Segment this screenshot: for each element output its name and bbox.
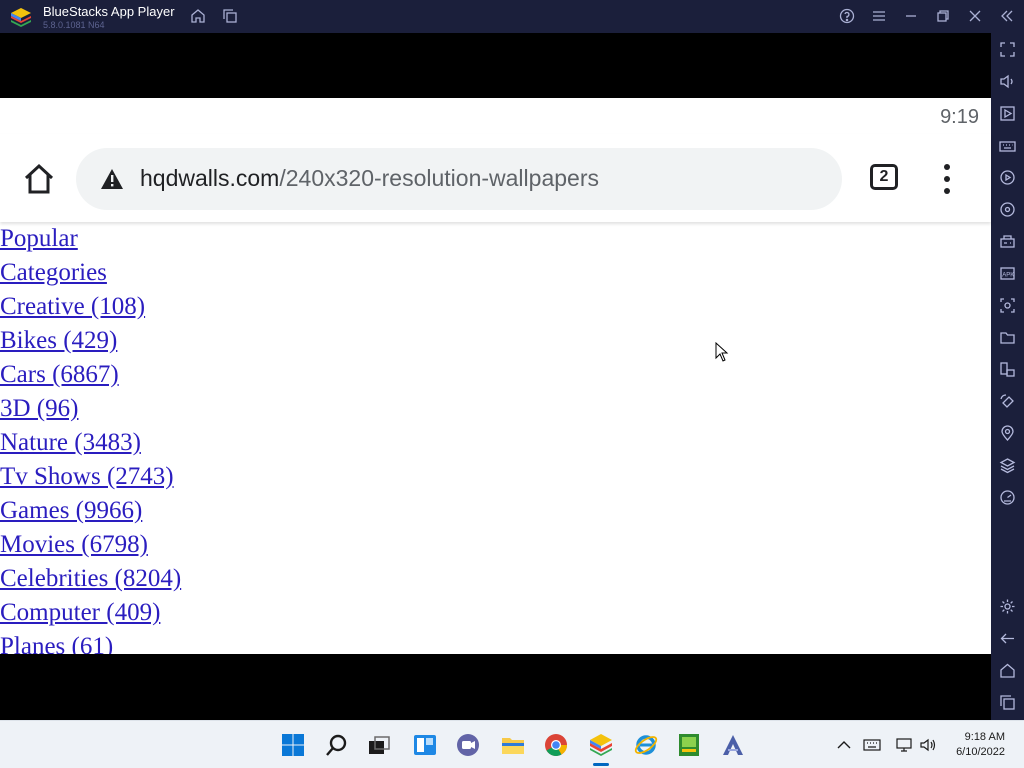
taskbar-time: 9:18 AM xyxy=(964,731,1005,743)
link-computer[interactable]: Computer (409) xyxy=(0,599,160,626)
category-link-list: Popular Categories Creative (108) Bikes … xyxy=(0,222,991,654)
link-tv-shows[interactable]: Tv Shows (2743) xyxy=(0,463,174,490)
browser-toolbar: hqdwalls.com/240x320-resolution-wallpape… xyxy=(0,134,991,222)
menu-icon[interactable] xyxy=(870,7,888,25)
taskbar-date: 6/10/2022 xyxy=(956,746,1005,758)
browser-home-icon[interactable] xyxy=(22,162,56,196)
link-bikes[interactable]: Bikes (429) xyxy=(0,327,117,354)
media-manager-icon[interactable] xyxy=(999,105,1016,122)
volume-icon[interactable] xyxy=(999,73,1016,90)
file-explorer-icon[interactable] xyxy=(500,732,526,758)
link-movies[interactable]: Movies (6798) xyxy=(0,531,148,558)
list-item: Computer (409) xyxy=(0,596,991,630)
recent-apps-icon[interactable] xyxy=(999,694,1016,711)
list-item: Categories xyxy=(0,256,991,290)
page-content: Popular Categories Creative (108) Bikes … xyxy=(0,222,991,654)
svg-text:APK: APK xyxy=(1002,273,1014,279)
link-cars[interactable]: Cars (6867) xyxy=(0,361,119,388)
link-3d[interactable]: 3D (96) xyxy=(0,395,78,422)
keyboard-controls-icon[interactable] xyxy=(999,137,1016,154)
mouse-cursor-icon xyxy=(715,342,729,362)
url-path: /240x320-resolution-wallpapers xyxy=(279,165,599,191)
back-icon[interactable] xyxy=(999,630,1016,647)
link-celebrities[interactable]: Celebrities (8204) xyxy=(0,565,181,592)
status-clock: 9:19 xyxy=(940,106,979,128)
install-apk-icon[interactable]: APK xyxy=(999,265,1016,282)
list-item: Movies (6798) xyxy=(0,528,991,562)
link-planes[interactable]: Planes (61) xyxy=(0,633,113,654)
list-item: Bikes (429) xyxy=(0,324,991,358)
windows-start-icon[interactable] xyxy=(280,732,306,758)
list-item: Nature (3483) xyxy=(0,426,991,460)
tab-switcher-button[interactable]: 2 xyxy=(870,164,898,190)
list-item: 3D (96) xyxy=(0,392,991,426)
search-icon[interactable] xyxy=(324,732,350,758)
fullscreen-icon[interactable] xyxy=(999,41,1016,58)
volume-tray-icon[interactable] xyxy=(919,737,937,753)
list-item: Cars (6867) xyxy=(0,358,991,392)
archive-app-icon[interactable] xyxy=(676,732,702,758)
list-item: Games (9966) xyxy=(0,494,991,528)
location-icon[interactable] xyxy=(999,425,1016,442)
active-app-indicator xyxy=(593,763,609,766)
url-text[interactable]: hqdwalls.com/240x320-resolution-wallpape… xyxy=(140,165,599,192)
internet-explorer-icon[interactable] xyxy=(633,732,659,758)
bluestacks-taskbar-icon[interactable] xyxy=(588,732,614,758)
link-creative[interactable]: Creative (108) xyxy=(0,293,145,320)
teams-chat-icon[interactable] xyxy=(455,732,481,758)
list-item: Creative (108) xyxy=(0,290,991,324)
app-version: 5.8.0.1081 N64 xyxy=(43,20,105,30)
android-status-bar: 9:19 xyxy=(0,98,991,134)
eco-mode-icon[interactable] xyxy=(999,489,1016,506)
home-icon[interactable] xyxy=(189,7,207,25)
layers-icon[interactable] xyxy=(999,457,1016,474)
browser-menu-icon[interactable] xyxy=(940,164,954,194)
not-secure-warning-icon[interactable] xyxy=(100,168,124,190)
restore-icon[interactable] xyxy=(934,7,952,25)
system-clock[interactable]: 9:18 AM 6/10/2022 xyxy=(956,730,1005,760)
keyboard-icon[interactable] xyxy=(863,737,881,753)
macro-recorder-icon[interactable] xyxy=(999,169,1016,186)
minimize-icon[interactable] xyxy=(902,7,920,25)
game-controls-icon[interactable] xyxy=(999,233,1016,250)
close-icon[interactable] xyxy=(966,7,984,25)
link-games[interactable]: Games (9966) xyxy=(0,497,142,524)
sync-icon[interactable] xyxy=(999,201,1016,218)
show-hidden-icons-icon[interactable] xyxy=(835,737,853,753)
link-nature[interactable]: Nature (3483) xyxy=(0,429,141,456)
list-item: Popular xyxy=(0,222,991,256)
android-home-icon[interactable] xyxy=(999,662,1016,679)
list-item: Celebrities (8204) xyxy=(0,562,991,596)
list-item: Tv Shows (2743) xyxy=(0,460,991,494)
screenshot-icon[interactable] xyxy=(999,297,1016,314)
bluestacks-logo-icon xyxy=(11,8,31,27)
multi-instance-sidebar-icon[interactable] xyxy=(999,361,1016,378)
rotate-icon[interactable] xyxy=(999,393,1016,410)
settings-icon[interactable] xyxy=(999,598,1016,615)
link-popular[interactable]: Popular xyxy=(0,225,78,252)
app-title: BlueStacks App Player xyxy=(43,4,175,19)
multi-instance-icon[interactable] xyxy=(221,7,239,25)
link-categories[interactable]: Categories xyxy=(0,259,107,286)
windows-taskbar: 9:18 AM 6/10/2022 xyxy=(0,720,1024,768)
address-bar[interactable]: hqdwalls.com/240x320-resolution-wallpape… xyxy=(76,148,842,210)
title-bar: BlueStacks App Player 5.8.0.1081 N64 xyxy=(0,0,1024,33)
list-item: Planes (61) xyxy=(0,630,991,654)
help-icon[interactable] xyxy=(838,7,856,25)
network-icon[interactable] xyxy=(895,737,913,753)
task-view-icon[interactable] xyxy=(366,732,392,758)
bluestacks-sidebar: APK xyxy=(991,33,1024,720)
url-domain: hqdwalls.com xyxy=(140,165,280,191)
widgets-icon[interactable] xyxy=(412,732,438,758)
collapse-sidebar-icon[interactable] xyxy=(998,7,1016,25)
folder-icon[interactable] xyxy=(999,329,1016,346)
chrome-icon[interactable] xyxy=(543,732,569,758)
app-launcher-icon[interactable] xyxy=(720,732,746,758)
